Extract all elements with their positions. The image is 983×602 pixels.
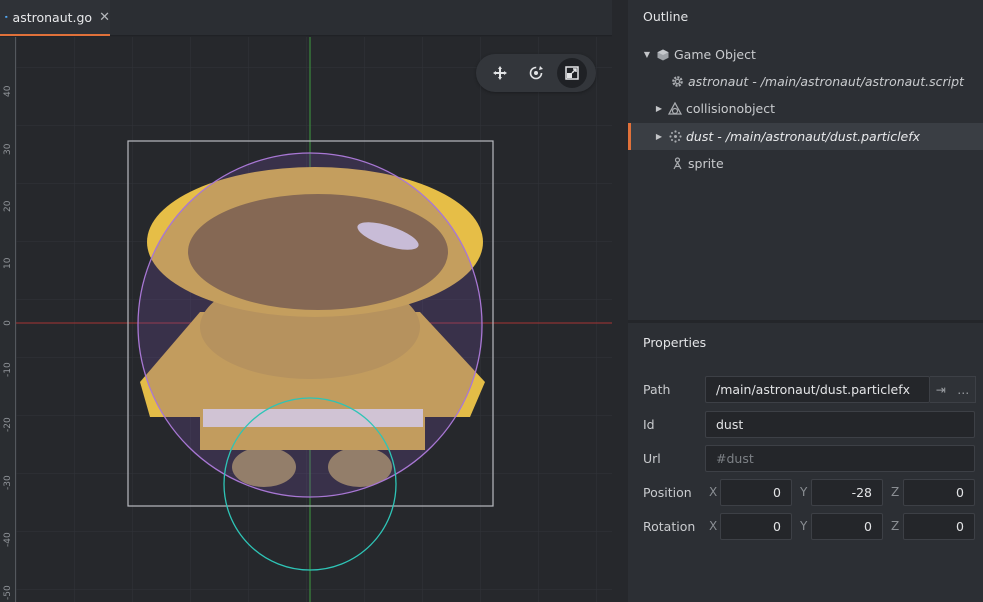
position-y-axis-label: Y — [800, 485, 808, 499]
path-actions: ⇥ … — [930, 376, 976, 403]
gear-icon — [670, 75, 684, 89]
outline-item-label: astronaut - /main/astronaut/astronaut.sc… — [688, 74, 964, 89]
outline-item-sprite[interactable]: sprite — [628, 150, 983, 177]
properties-title: Properties — [643, 335, 707, 350]
editor-tab-bar: astronaut.go ✕ — [0, 0, 612, 36]
position-label: Position — [643, 485, 692, 500]
rotate-tool-button[interactable] — [521, 58, 551, 88]
outline-item-astronaut-script[interactable]: astronaut - /main/astronaut/astronaut.sc… — [628, 68, 983, 95]
outline-title: Outline — [643, 9, 689, 24]
collision-icon — [668, 101, 682, 116]
rotation-y-axis-label: Y — [800, 519, 808, 533]
scene-canvas[interactable] — [0, 37, 612, 602]
rotation-label: Rotation — [643, 519, 696, 534]
particle-icon — [668, 130, 682, 144]
id-label: Id — [643, 417, 655, 432]
tab-astronaut-go[interactable]: astronaut.go ✕ — [0, 0, 110, 36]
rotation-z-axis-label: Z — [891, 519, 900, 533]
position-z-field[interactable]: 0 — [903, 479, 975, 506]
outline-item-game-object[interactable]: ▼ Game Object — [628, 41, 983, 68]
ruler-tick: -20 — [3, 417, 13, 432]
position-x-axis-label: X — [709, 485, 718, 499]
collision-shape-circle[interactable] — [137, 152, 483, 498]
rotation-y-field[interactable]: 0 — [811, 513, 883, 540]
position-z-axis-label: Z — [891, 485, 900, 499]
outline-item-dust-particlefx[interactable]: ▶ dust - /main/astronaut/dust.particlefx — [628, 123, 983, 150]
transform-toolbar — [476, 54, 596, 92]
rotate-icon — [529, 66, 543, 80]
id-field[interactable]: dust — [705, 411, 975, 438]
outline-item-label: dust - /main/astronaut/dust.particlefx — [686, 129, 921, 144]
ruler-tick: 10 — [3, 257, 13, 269]
cube-icon — [656, 48, 670, 62]
properties-panel: Properties Path /main/astronaut/dust.par… — [628, 323, 983, 602]
ruler-tick: -30 — [3, 475, 13, 490]
outline-item-label: Game Object — [674, 47, 756, 62]
tab-close-icon[interactable]: ✕ — [99, 11, 110, 24]
ruler-tick: 20 — [3, 200, 13, 212]
scene-viewport[interactable]: 40 30 20 10 0 -10 -20 -30 -40 -50 — [0, 37, 612, 602]
scale-tool-button[interactable] — [557, 58, 587, 88]
outline-item-collisionobject[interactable]: ▶ collisionobject — [628, 95, 983, 122]
outline-item-label: sprite — [688, 156, 724, 171]
tab-label: astronaut.go — [12, 9, 93, 25]
game-object-icon — [5, 15, 8, 19]
ruler-tick: 0 — [3, 320, 13, 326]
position-x-field[interactable]: 0 — [720, 479, 792, 506]
path-label: Path — [643, 382, 671, 397]
move-icon — [493, 66, 507, 80]
ruler-tick: -10 — [3, 362, 13, 377]
panel-splitter[interactable] — [612, 0, 628, 602]
vertical-ruler: 40 30 20 10 0 -10 -20 -30 -40 -50 — [0, 37, 16, 602]
rotation-x-axis-label: X — [709, 519, 718, 533]
ruler-tick: -40 — [3, 532, 13, 547]
path-field[interactable]: /main/astronaut/dust.particlefx — [705, 376, 930, 403]
scale-icon — [565, 66, 579, 80]
move-tool-button[interactable] — [485, 58, 515, 88]
expand-arrow-icon[interactable]: ▶ — [654, 104, 664, 113]
url-label: Url — [643, 451, 661, 466]
goto-file-icon[interactable]: ⇥ — [936, 383, 946, 397]
ruler-tick: 40 — [3, 85, 13, 97]
position-y-field[interactable]: -28 — [811, 479, 883, 506]
expand-arrow-icon[interactable]: ▼ — [642, 50, 652, 59]
ruler-tick: 30 — [3, 143, 13, 155]
browse-more-icon[interactable]: … — [957, 383, 969, 397]
url-field[interactable]: #dust — [705, 445, 975, 472]
ruler-tick: -50 — [3, 585, 13, 600]
rotation-x-field[interactable]: 0 — [720, 513, 792, 540]
expand-arrow-icon[interactable]: ▶ — [654, 132, 664, 141]
sprite-icon — [670, 157, 684, 171]
outline-item-label: collisionobject — [686, 101, 776, 116]
outline-panel: Outline ▼ Game Object astronaut - /main/… — [628, 0, 983, 320]
rotation-z-field[interactable]: 0 — [903, 513, 975, 540]
